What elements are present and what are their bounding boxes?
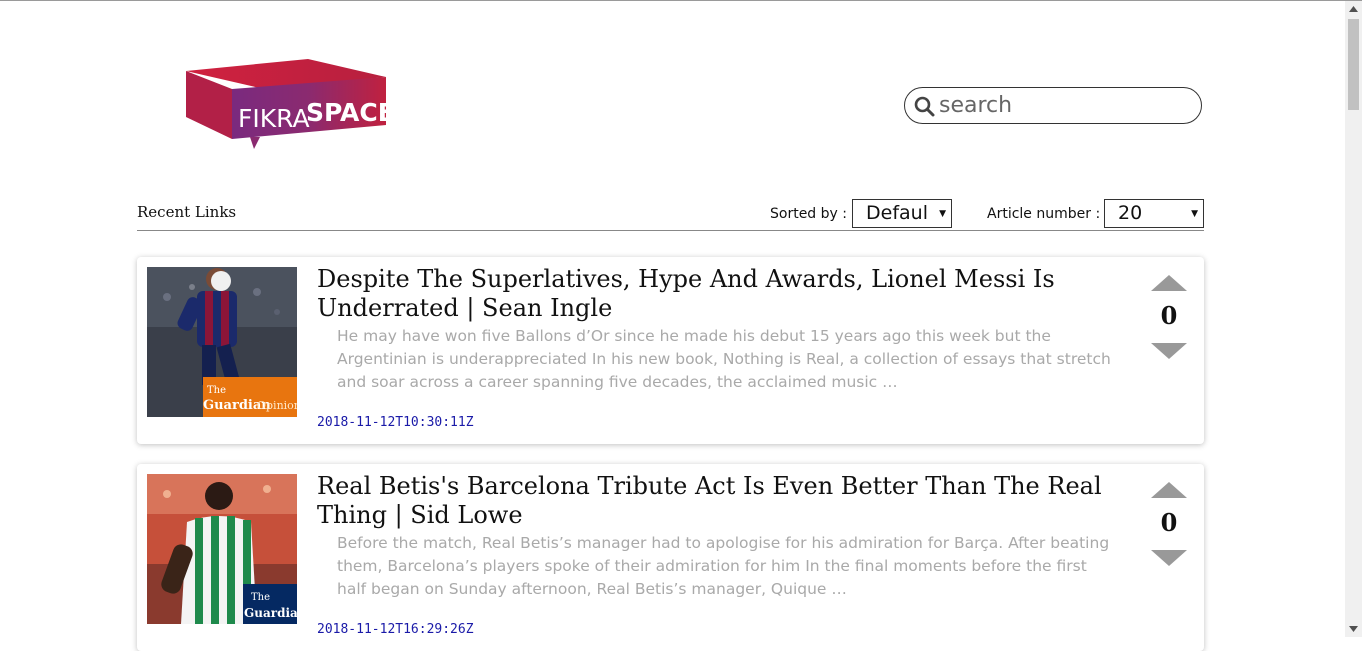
scroll-down-arrow-icon[interactable] — [1349, 626, 1358, 632]
article-title-link[interactable]: Despite The Superlatives, Hype And Award… — [317, 265, 1117, 323]
downvote-arrow-icon[interactable] — [1151, 548, 1187, 568]
logo-text: FIKRA — [238, 104, 310, 133]
search-input[interactable] — [939, 91, 1189, 120]
sort-select-value: Defaul — [866, 202, 928, 224]
article-card: The Guardian Opinions Despite The Superl… — [137, 257, 1204, 444]
logo-text-bold: SPACE — [306, 98, 390, 127]
article-card: The Guardian Real Betis's Barcelona Trib… — [137, 464, 1204, 651]
page-scrollbar[interactable] — [1345, 1, 1362, 637]
list-toolbar: Recent Links Sorted by : Defaul ▼ Articl… — [137, 196, 1204, 231]
thumb-brand-the: The — [207, 385, 226, 396]
article-title-link[interactable]: Real Betis's Barcelona Tribute Act Is Ev… — [317, 472, 1117, 530]
vote-count: 0 — [1160, 301, 1178, 330]
dropdown-arrow-icon: ▼ — [1191, 209, 1198, 219]
upvote-arrow-icon[interactable] — [1151, 273, 1187, 293]
article-number-label: Article number : — [987, 206, 1101, 222]
scroll-up-arrow-icon[interactable] — [1349, 6, 1358, 12]
article-date: 2018-11-12T10:30:11Z — [317, 415, 474, 430]
article-summary: He may have won five Ballons d’Or since … — [337, 327, 1111, 391]
thumb-brand-guardian: Guardian — [244, 606, 297, 620]
vote-widget: 0 — [1149, 478, 1189, 568]
search-icon — [914, 96, 935, 117]
downvote-arrow-icon[interactable] — [1151, 341, 1187, 361]
sort-select[interactable]: Defaul ▼ — [852, 199, 952, 228]
upvote-arrow-icon[interactable] — [1151, 480, 1187, 500]
article-summary: Before the match, Real Betis’s manager h… — [337, 534, 1110, 598]
section-title: Recent Links — [137, 203, 237, 221]
article-date: 2018-11-12T16:29:26Z — [317, 622, 474, 637]
vote-count: 0 — [1160, 508, 1178, 537]
sort-label: Sorted by : — [770, 206, 847, 222]
article-thumbnail[interactable]: The Guardian Opinions — [147, 267, 297, 417]
article-thumbnail[interactable]: The Guardian — [147, 474, 297, 624]
article-number-select[interactable]: 20 ▼ — [1104, 199, 1204, 228]
search-box[interactable] — [904, 87, 1202, 124]
scrollbar-thumb[interactable] — [1348, 19, 1359, 110]
thumb-brand-opinions: Opinions — [257, 399, 297, 412]
vote-widget: 0 — [1149, 271, 1189, 361]
dropdown-arrow-icon: ▼ — [939, 209, 946, 219]
thumb-brand-the: The — [251, 592, 270, 603]
article-number-value: 20 — [1118, 202, 1143, 224]
fikraspace-logo[interactable]: FIKRA SPACE — [186, 59, 395, 151]
